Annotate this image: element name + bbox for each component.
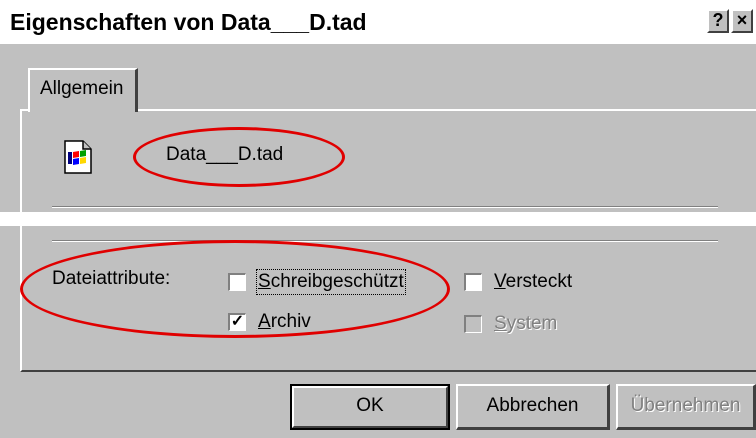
archive-label: Archiv <box>258 311 311 332</box>
cancel-button[interactable]: Abbrechen <box>456 384 610 430</box>
title-bar: Eigenschaften von Data___D.tad ? × <box>0 0 756 44</box>
close-button[interactable]: × <box>731 9 753 33</box>
system-checkbox-box <box>464 315 482 333</box>
ok-button[interactable]: OK <box>290 384 450 430</box>
archive-checkbox-box[interactable]: ✓ <box>228 313 246 331</box>
read-only-checkbox-box[interactable] <box>228 273 246 291</box>
hidden-label: Versteckt <box>494 271 573 292</box>
file-name-text: Data___D.tad <box>166 144 284 165</box>
tab-label: Allgemein <box>40 78 124 99</box>
read-only-label: Schreibgeschützt <box>256 269 406 295</box>
file-attributes-label: Dateiattribute: <box>52 268 171 289</box>
properties-dialog: Eigenschaften von Data___D.tad ? × Allge… <box>0 0 756 438</box>
system-label: System <box>494 313 558 334</box>
ok-button-label: OK <box>292 386 448 428</box>
help-button[interactable]: ? <box>707 9 729 33</box>
apply-button: Übernehmen <box>616 384 756 430</box>
separator-bottom <box>52 240 718 242</box>
separator-top <box>52 206 718 208</box>
hidden-checkbox-box[interactable] <box>464 273 482 291</box>
window-title: Eigenschaften von Data___D.tad <box>10 9 367 35</box>
tab-allgemein[interactable]: Allgemein <box>28 68 138 112</box>
windows-file-icon <box>64 140 92 174</box>
image-splice-gap <box>0 212 756 226</box>
